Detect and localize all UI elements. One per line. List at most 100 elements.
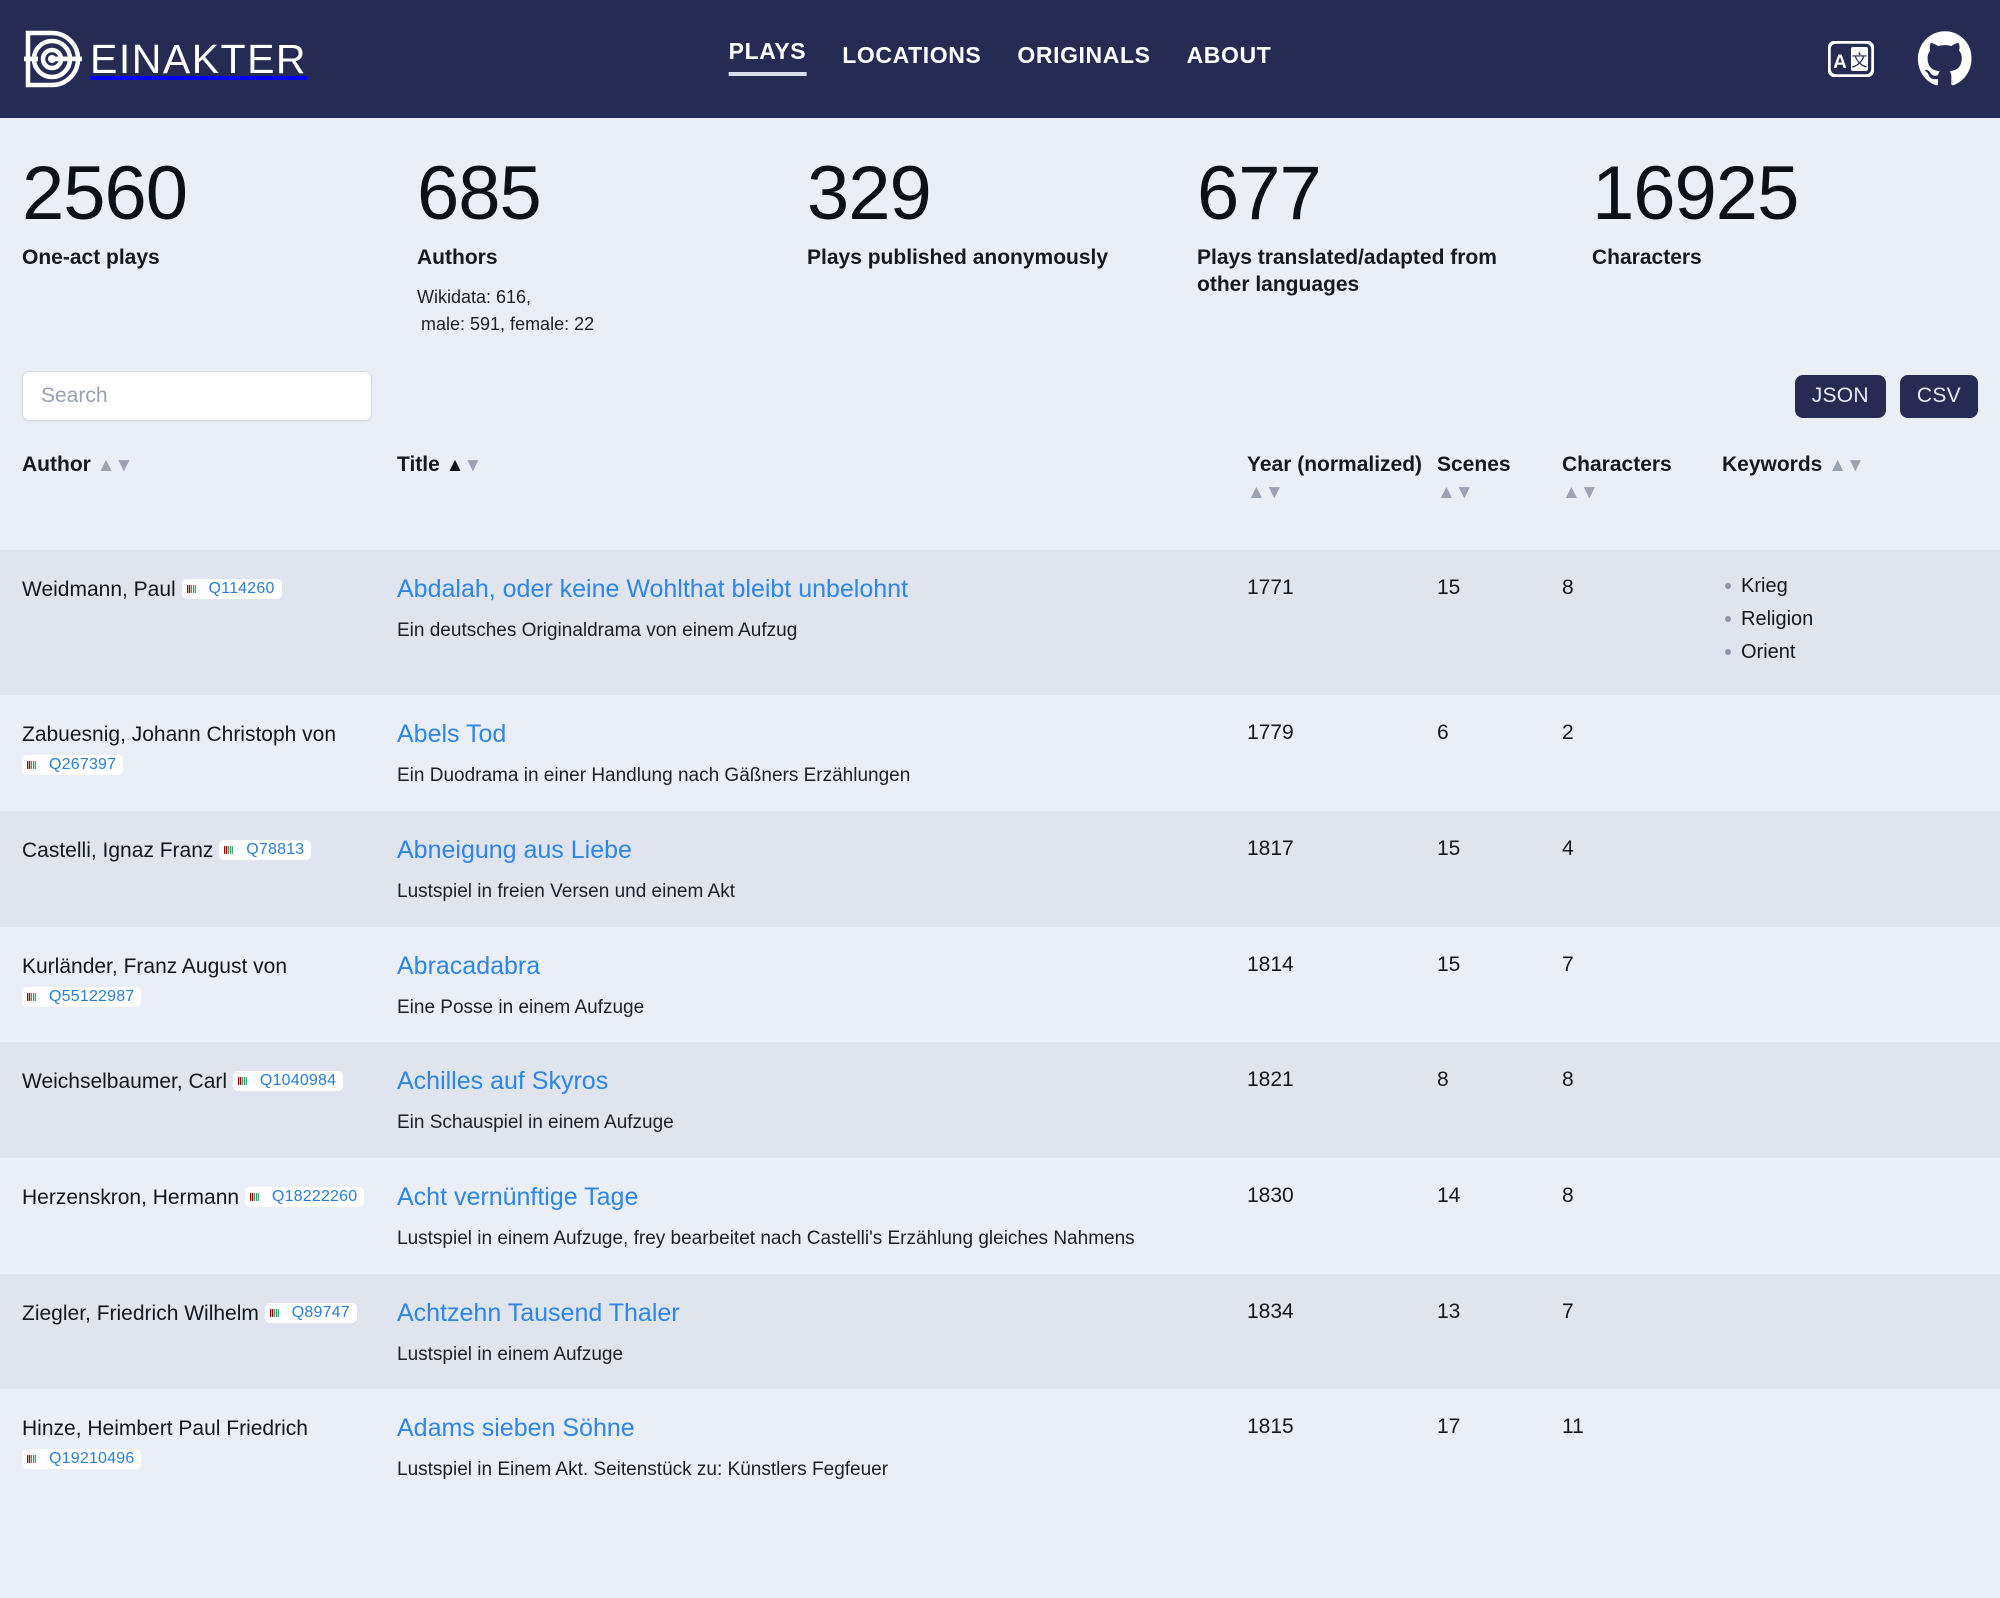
column-header-characters[interactable]: Characters ▲▼ — [1562, 452, 1722, 505]
cell-characters: 7 — [1562, 952, 1574, 976]
wikidata-badge[interactable]: Q267397 — [22, 755, 124, 776]
column-header-title[interactable]: Title ▲▼ — [397, 452, 1247, 478]
cell-author: Hinze, Heimbert Paul Friedrich Q19210496 — [22, 1413, 397, 1475]
wikidata-qid: Q114260 — [208, 580, 275, 598]
column-label: Scenes — [1437, 453, 1511, 477]
play-subtitle: Ein Schauspiel in einem Aufzuge — [397, 1112, 674, 1134]
wikidata-badge[interactable]: Q114260 — [181, 579, 282, 600]
wikidata-qid: Q89747 — [291, 1303, 350, 1321]
stat-characters: 16925 Characters — [1592, 156, 1932, 338]
stat-subline-gender: male: 591, female: 22 — [421, 314, 595, 335]
sort-toggle-title[interactable]: ▲▼ — [446, 455, 483, 476]
nav-item-originals[interactable]: ORIGINALS — [1017, 42, 1150, 76]
wikidata-qid: Q18222260 — [271, 1187, 358, 1205]
table-body: Weidmann, Paul Q114260 Abdalah, oder kein… — [0, 550, 2000, 1505]
keyword-item: Religion — [1722, 607, 1978, 631]
nav-actions: A 文 — [1827, 30, 1974, 88]
sort-toggle-scenes[interactable]: ▲▼ — [1437, 482, 1474, 503]
table-header-row: Author ▲▼ Title ▲▼ Year (normalized) ▲▼ … — [0, 452, 2000, 550]
cell-scenes: 8 — [1437, 1068, 1449, 1092]
brand-logo-link[interactable]: EINAKTER — [22, 27, 307, 91]
table-row: Herzenskron, Hermann Q18222260 Acht vernü… — [0, 1157, 2000, 1274]
play-subtitle: Lustspiel in Einem Akt. Seitenstück zu: … — [397, 1459, 889, 1481]
stat-subline-wikidata: Wikidata: 616, — [417, 287, 532, 308]
play-title-link[interactable]: Abels Tod — [397, 719, 506, 749]
dc-monogram-logo-icon — [22, 27, 86, 91]
wikidata-badge[interactable]: Q18222260 — [244, 1186, 365, 1207]
cell-title: Acht vernünftige Tage Lustspiel in einem … — [397, 1182, 1247, 1252]
export-buttons: JSON CSV — [1794, 374, 1978, 418]
table-row: Hinze, Heimbert Paul Friedrich Q19210496… — [0, 1389, 2000, 1505]
play-subtitle: Lustspiel in einem Aufzuge — [397, 1343, 624, 1365]
column-header-scenes[interactable]: Scenes ▲▼ — [1437, 452, 1562, 505]
play-title-link[interactable]: Achilles auf Skyros — [397, 1066, 608, 1096]
nav-item-locations[interactable]: LOCATIONS — [842, 42, 981, 76]
wikidata-badge[interactable]: Q55122987 — [22, 986, 142, 1007]
cell-title: Achilles auf Skyros Ein Schauspiel in ein… — [397, 1066, 1247, 1136]
wikidata-badge[interactable]: Q78813 — [219, 839, 312, 860]
svg-text:文: 文 — [1851, 51, 1867, 70]
stat-label: Plays translated/adapted from other lang… — [1197, 246, 1497, 297]
plays-table: Author ▲▼ Title ▲▼ Year (normalized) ▲▼ … — [0, 452, 2000, 1505]
brand-name: EINAKTER — [90, 35, 308, 82]
stat-value: 677 — [1197, 151, 1322, 236]
export-csv-button[interactable]: CSV — [1899, 374, 1978, 418]
column-header-author[interactable]: Author ▲▼ — [22, 452, 397, 478]
sort-toggle-characters[interactable]: ▲▼ — [1562, 482, 1599, 503]
keyword-item: Orient — [1722, 640, 1978, 664]
cell-year: 1830 — [1247, 1183, 1294, 1207]
cell-title: Abracadabra Eine Posse in einem Aufzuge — [397, 951, 1247, 1021]
wikidata-badge[interactable]: Q89747 — [264, 1302, 357, 1323]
sort-toggle-author[interactable]: ▲▼ — [97, 455, 134, 476]
column-label: Characters — [1562, 453, 1672, 477]
author-name: Castelli, Ignaz Franz Q78813 — [22, 839, 312, 862]
stat-translated-plays: 677 Plays translated/adapted from other … — [1197, 156, 1592, 338]
play-title-link[interactable]: Achtzehn Tausend Thaler — [397, 1298, 680, 1328]
cell-scenes: 6 — [1437, 721, 1449, 745]
wikidata-qid: Q55122987 — [49, 987, 135, 1005]
author-name: Hinze, Heimbert Paul Friedrich Q19210496 — [22, 1417, 308, 1470]
sort-toggle-keywords[interactable]: ▲▼ — [1828, 455, 1865, 476]
sort-toggle-year[interactable]: ▲▼ — [1247, 482, 1284, 503]
github-icon[interactable] — [1916, 30, 1974, 88]
stat-label: Characters — [1592, 246, 1702, 269]
cell-title: Abneigung aus Liebe Lustspiel in freien V… — [397, 835, 1247, 905]
statistics-bar: 2560 One-act plays 685 Authors Wikidata:… — [22, 118, 1978, 338]
wikidata-badge[interactable]: Q1040984 — [232, 1071, 344, 1092]
play-title-link[interactable]: Abdalah, oder keine Wohlthat bleibt unbe… — [397, 574, 908, 604]
translate-icon[interactable]: A 文 — [1827, 40, 1875, 78]
export-json-button[interactable]: JSON — [1794, 374, 1886, 418]
play-title-link[interactable]: Abneigung aus Liebe — [397, 835, 632, 865]
cell-title: Achtzehn Tausend Thaler Lustspiel in eine… — [397, 1298, 1247, 1368]
cell-title: Abdalah, oder keine Wohlthat bleibt unbe… — [397, 574, 1247, 644]
cell-author: Zabuesnig, Johann Christoph von Q267397 — [22, 719, 397, 781]
nav-item-plays[interactable]: PLAYS — [728, 38, 807, 76]
play-title-link[interactable]: Abracadabra — [397, 951, 540, 981]
wikidata-badge[interactable]: Q19210496 — [22, 1449, 142, 1470]
cell-scenes: 15 — [1437, 952, 1461, 976]
stat-label: Authors — [417, 246, 498, 269]
stat-sublines: Wikidata: 616, male: 591, female: 22 — [417, 284, 807, 338]
cell-year: 1771 — [1247, 576, 1294, 600]
cell-characters: 8 — [1562, 1068, 1574, 1092]
play-title-link[interactable]: Acht vernünftige Tage — [397, 1182, 638, 1212]
keyword-item: Krieg — [1722, 574, 1978, 598]
author-name: Weichselbaumer, Carl Q1040984 — [22, 1070, 344, 1093]
wikidata-qid: Q19210496 — [49, 1450, 135, 1468]
nav-item-about[interactable]: ABOUT — [1187, 42, 1272, 76]
top-navigation-bar: EINAKTER PLAYS LOCATIONS ORIGINALS ABOUT… — [0, 0, 2000, 118]
column-header-keywords[interactable]: Keywords ▲▼ — [1722, 452, 1978, 478]
wikidata-qid: Q267397 — [49, 756, 117, 774]
author-name: Kurländer, Franz August von Q55122987 — [22, 954, 287, 1007]
stat-one-act-plays: 2560 One-act plays — [22, 156, 417, 338]
table-row: Ziegler, Friedrich Wilhelm Q89747 Achtzeh… — [0, 1273, 2000, 1390]
column-label: Title — [397, 453, 440, 477]
cell-author: Ziegler, Friedrich Wilhelm Q89747 — [22, 1298, 397, 1329]
author-name: Zabuesnig, Johann Christoph von Q267397 — [22, 723, 337, 776]
search-input[interactable] — [22, 371, 372, 422]
cell-characters: 8 — [1562, 1183, 1574, 1207]
stat-value: 16925 — [1592, 151, 1799, 236]
play-title-link[interactable]: Adams sieben Söhne — [397, 1413, 635, 1443]
column-header-year[interactable]: Year (normalized) ▲▼ — [1247, 452, 1437, 505]
cell-author: Weidmann, Paul Q114260 — [22, 574, 397, 605]
